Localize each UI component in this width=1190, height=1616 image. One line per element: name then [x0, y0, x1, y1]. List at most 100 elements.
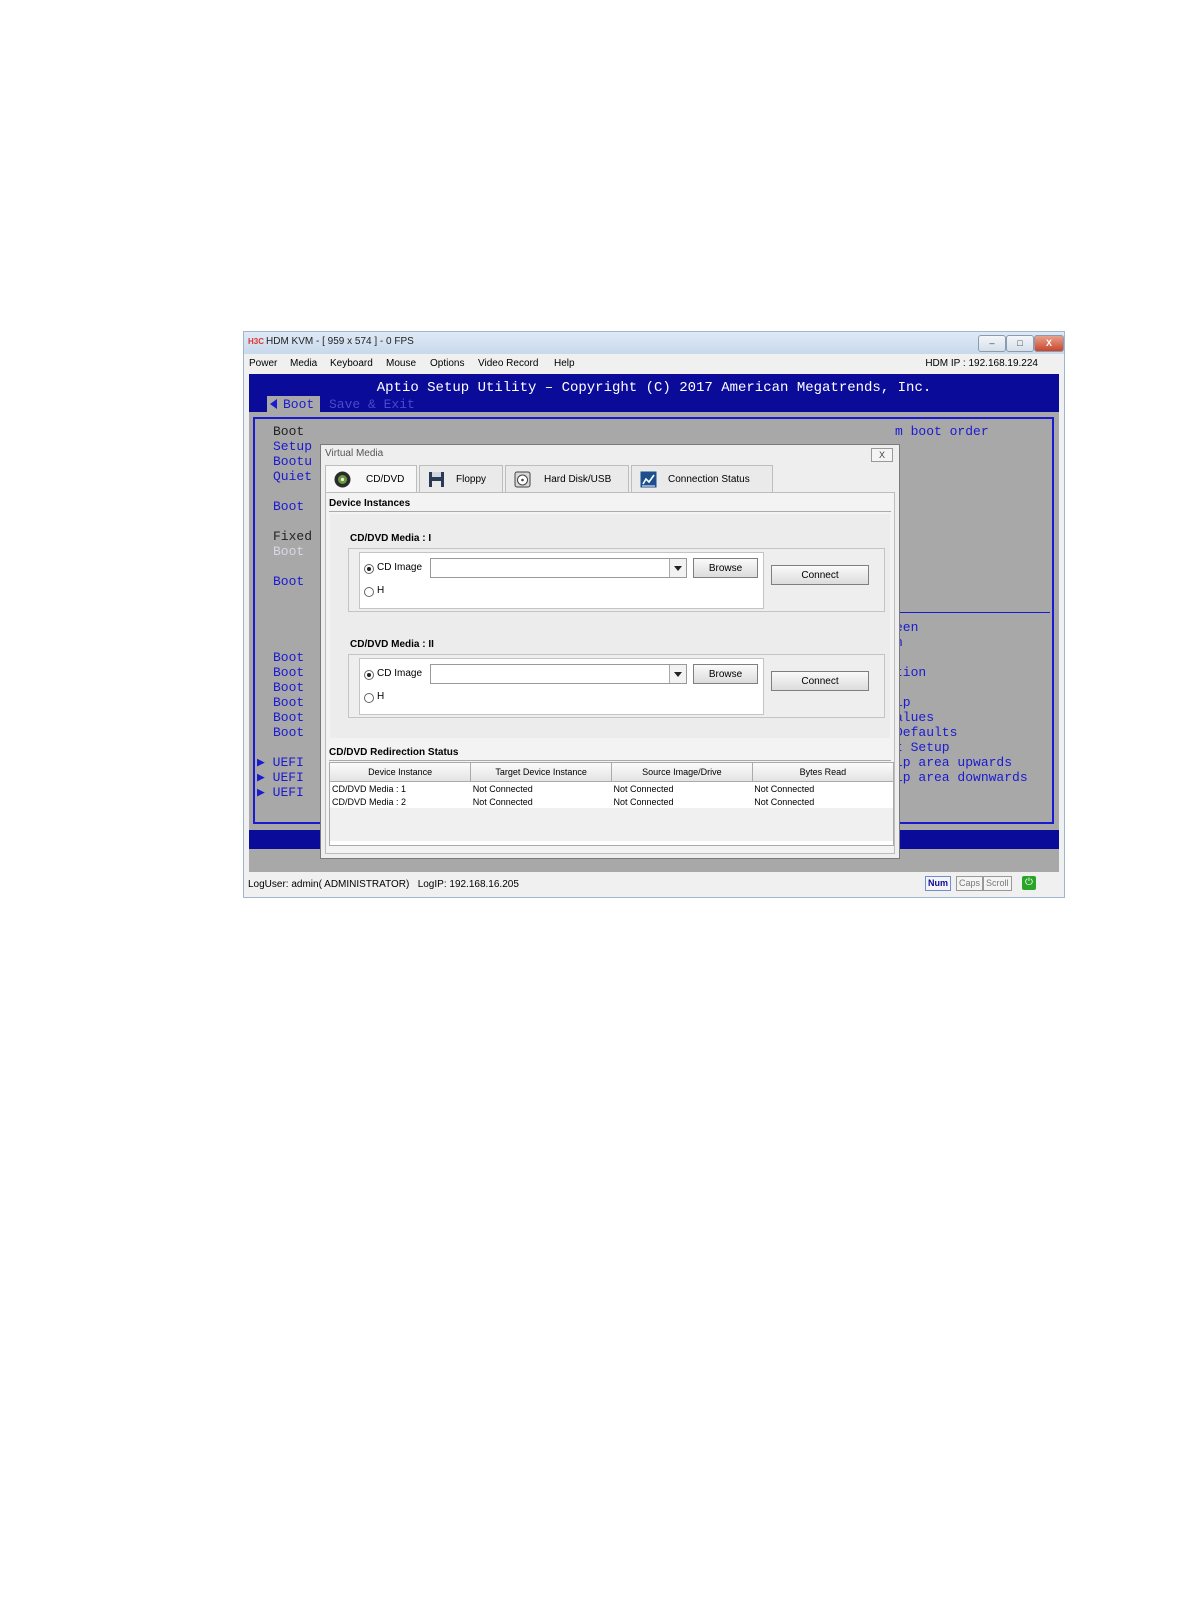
media-1-source-box: CD Image H Browse [359, 552, 764, 609]
media-1-image-combo[interactable] [430, 558, 687, 578]
table-cell: Not Connected [472, 796, 533, 807]
menu-keyboard[interactable]: Keyboard [330, 358, 373, 369]
bios-submenu-uefi[interactable]: ▶ UEFI [257, 785, 304, 800]
chevron-down-icon[interactable] [669, 559, 686, 577]
bios-submenu-uefi[interactable]: ▶ UEFI [257, 755, 304, 770]
column-header[interactable]: Target Device Instance [470, 763, 612, 782]
bios-help-line: Defaults [895, 725, 958, 740]
kvm-window: H3C HDM KVM - [ 959 x 574 ] - 0 FPS – □ … [243, 331, 1065, 898]
media-1-drive-radio[interactable] [364, 587, 374, 597]
tab-hard-disk-usb[interactable]: Hard Disk/USB [505, 465, 629, 492]
status-bar: LogUser: admin( ADMINISTRATOR) LogIP: 19… [244, 872, 1064, 898]
column-header[interactable]: Bytes Read [752, 763, 893, 782]
bios-submenu-uefi[interactable]: ▶ UEFI [257, 770, 304, 785]
media-1-cd-image-label: CD Image [377, 562, 423, 573]
tab-label: Floppy [456, 474, 487, 485]
tab-floppy[interactable]: Floppy [419, 465, 503, 492]
table-cell: Not Connected [613, 783, 674, 794]
menu-video-record[interactable]: Video Record [478, 358, 538, 369]
log-user: LogUser: admin( ADMINISTRATOR) LogIP: 19… [248, 879, 519, 890]
menu-options[interactable]: Options [430, 358, 464, 369]
maximize-button[interactable]: □ [1006, 335, 1034, 352]
media-2-cd-image-label: CD Image [377, 668, 423, 679]
chart-icon [640, 471, 657, 488]
bios-line: Fixed [273, 529, 313, 544]
media-2-connect-button[interactable]: Connect [771, 671, 869, 691]
dialog-close-button[interactable]: X [871, 448, 893, 462]
bios-line: Boot [273, 725, 305, 740]
tab-label: Hard Disk/USB [544, 474, 612, 485]
log-user-text: LogUser: admin( ADMINISTRATOR) [248, 879, 410, 890]
tab-cd-dvd[interactable]: CD/DVD [325, 465, 417, 493]
tab-label: CD/DVD [366, 474, 405, 485]
bios-line: UEFI [272, 785, 304, 800]
bios-line: Boot [273, 499, 305, 514]
media-2-source-box: CD Image H Browse [359, 658, 764, 715]
table-cell: Not Connected [754, 783, 815, 794]
bios-line: UEFI [272, 755, 304, 770]
bios-line: Boot [273, 544, 305, 559]
tab-connection-status[interactable]: Connection Status [631, 465, 773, 492]
redirection-status-label: CD/DVD Redirection Status [329, 747, 459, 758]
title-bar[interactable]: H3C HDM KVM - [ 959 x 574 ] - 0 FPS – □ … [244, 332, 1064, 354]
menu-mouse[interactable]: Mouse [386, 358, 416, 369]
media-2-cd-image-radio[interactable] [364, 670, 374, 680]
menu-help[interactable]: Help [554, 358, 575, 369]
media-2-group: CD Image H Browse Connect [348, 654, 885, 718]
media-1-drive-label: H [377, 585, 385, 596]
table-row[interactable]: CD/DVD Media : 1 Not Connected Not Conne… [330, 782, 893, 796]
bios-line: Boot [273, 665, 305, 680]
h3c-logo: H3C [248, 337, 265, 346]
hard-disk-icon [514, 471, 531, 488]
menu-bar: Power Media Keyboard Mouse Options Video… [244, 354, 1064, 374]
table-cell: Not Connected [472, 783, 533, 794]
log-ip: LogIP: 192.168.16.205 [417, 879, 519, 890]
bios-line: Boot [273, 695, 305, 710]
bios-line: Boot [273, 424, 305, 439]
power-icon[interactable]: ⏻ [1022, 876, 1036, 890]
bios-line: Boot [273, 650, 305, 665]
table-cell: Not Connected [613, 796, 674, 807]
column-header[interactable]: Source Image/Drive [611, 763, 753, 782]
scroll-lock-indicator: Scroll [983, 876, 1012, 891]
divider [329, 760, 891, 761]
bios-tab-boot[interactable]: Boot [267, 396, 321, 413]
media-2-image-combo[interactable] [430, 664, 687, 684]
bios-help-line: lp area upwards [895, 755, 1013, 770]
table-row[interactable]: CD/DVD Media : 2 Not Connected Not Conne… [330, 795, 893, 808]
table-empty-area [330, 808, 893, 841]
device-instances-label: Device Instances [329, 498, 411, 509]
bios-line: Boot [273, 680, 305, 695]
floppy-icon [428, 471, 445, 488]
window-title: HDM KVM - [ 959 x 574 ] - 0 FPS [266, 336, 414, 347]
media-1-cd-image-radio[interactable] [364, 564, 374, 574]
bios-line: Boot [273, 574, 305, 589]
bios-line: Quiet [273, 469, 313, 484]
redirection-status-table: Device Instance Target Device Instance S… [329, 762, 894, 846]
tab-label: Connection Status [668, 474, 750, 485]
table-cell: CD/DVD Media : 1 [332, 783, 407, 794]
bios-help-line: t Setup [895, 740, 950, 755]
menu-media[interactable]: Media [290, 358, 317, 369]
media-2-browse-button[interactable]: Browse [693, 664, 758, 684]
chevron-down-icon[interactable] [669, 665, 686, 683]
num-lock-indicator: Num [925, 876, 951, 891]
media-1-label: CD/DVD Media : I [350, 533, 432, 544]
column-header[interactable]: Device Instance [330, 763, 472, 782]
bios-tab-save-exit[interactable]: Save & Exit [329, 396, 415, 413]
cd-icon [334, 471, 351, 488]
close-button[interactable]: X [1034, 335, 1064, 352]
menu-power[interactable]: Power [249, 358, 277, 369]
media-2-drive-label: H [377, 691, 385, 702]
media-1-browse-button[interactable]: Browse [693, 558, 758, 578]
bios-help-line: lp area downwards [895, 770, 1028, 785]
bios-help-line: alues [895, 710, 935, 725]
bios-help-line: m boot order [895, 424, 989, 439]
media-1-group: CD Image H Browse Connect [348, 548, 885, 612]
media-2-drive-radio[interactable] [364, 693, 374, 703]
minimize-button[interactable]: – [978, 335, 1006, 352]
bios-screen[interactable]: Aptio Setup Utility – Copyright (C) 2017… [249, 374, 1059, 872]
bios-line: Bootu [273, 454, 313, 469]
media-1-connect-button[interactable]: Connect [771, 565, 869, 585]
bios-line: UEFI [272, 770, 304, 785]
